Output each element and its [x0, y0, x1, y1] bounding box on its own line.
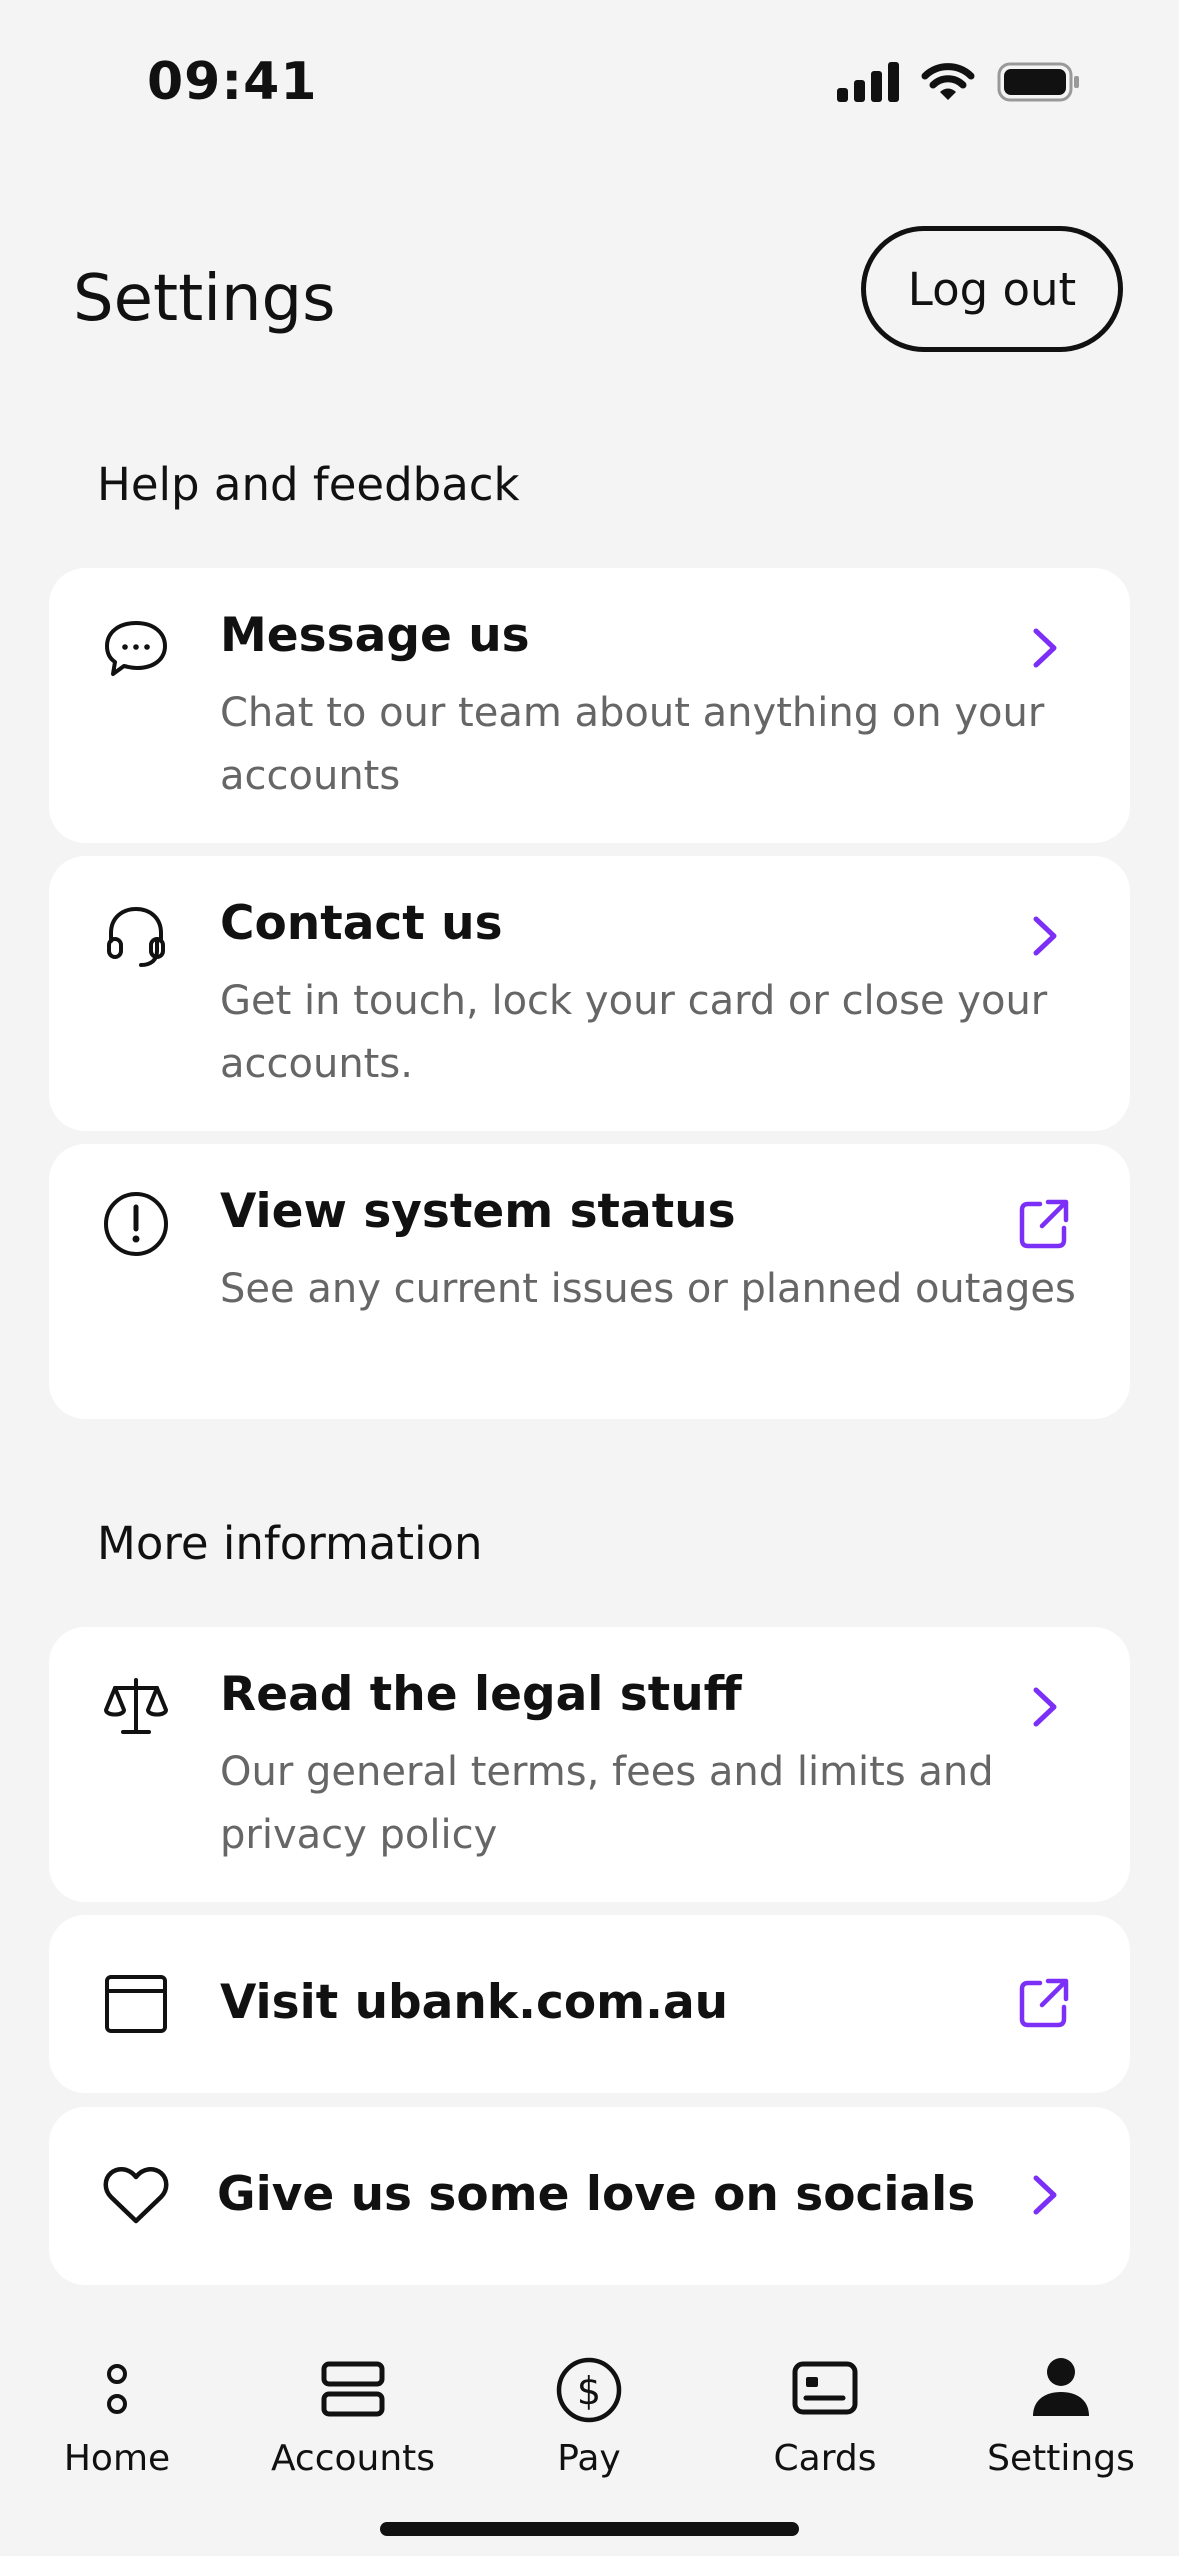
item-description: Our general terms, fees and limits and p… [220, 1749, 994, 1858]
wifi-icon [921, 63, 975, 100]
tab-pay[interactable]: $ Pay [479, 2310, 699, 2510]
home-dots-icon [107, 2364, 127, 2414]
logout-button[interactable]: Log out [861, 226, 1123, 352]
socials-item[interactable]: Give us some love on socials [49, 2107, 1130, 2285]
tab-label: Settings [987, 2438, 1135, 2479]
tab-label: Cards [773, 2438, 877, 2479]
bottom-tab-bar: Home Accounts $ Pay Cards Settings [0, 2310, 1179, 2556]
person-icon [1033, 2358, 1089, 2416]
status-bar: 09:41 [0, 0, 1179, 150]
tab-label: Pay [557, 2438, 621, 2479]
external-link-icon [1019, 1199, 1069, 1249]
tab-label: Home [63, 2438, 171, 2479]
contact-us-item[interactable]: Contact us Get in touch, lock your card … [49, 856, 1130, 1131]
chevron-right-icon [1033, 916, 1057, 956]
card-icon [792, 2361, 858, 2415]
accounts-stack-icon [321, 2361, 385, 2417]
visit-website-item[interactable]: Visit ubank.com.au [49, 1915, 1130, 2093]
tab-label: Accounts [270, 2438, 436, 2479]
system-status-item[interactable]: View system status See any current issue… [49, 1144, 1130, 1419]
tab-accounts[interactable]: Accounts [243, 2310, 463, 2510]
item-title: View system status [220, 1184, 736, 1239]
alert-circle-icon [104, 1192, 168, 1256]
svg-text:$: $ [577, 2369, 601, 2413]
headset-icon [107, 906, 165, 967]
external-link-icon [1019, 1978, 1069, 2028]
item-description: See any current issues or planned outage… [220, 1266, 1076, 1312]
item-description: Get in touch, lock your card or close yo… [220, 978, 1048, 1087]
home-indicator [380, 2522, 799, 2536]
battery-icon [997, 62, 1079, 102]
tab-home[interactable]: Home [7, 2310, 227, 2510]
legal-stuff-item[interactable]: Read the legal stuff Our general terms, … [49, 1627, 1130, 1902]
section-heading-help: Help and feedback [97, 458, 520, 511]
chat-bubble-icon [105, 621, 167, 676]
status-icons [837, 62, 1081, 102]
section-heading-more-info: More information [97, 1517, 483, 1570]
browser-window-icon [105, 1975, 167, 2033]
tab-cards[interactable]: Cards [715, 2310, 935, 2510]
chevron-right-icon [1033, 628, 1057, 668]
heart-icon [103, 2167, 169, 2224]
item-title: Visit ubank.com.au [220, 1975, 729, 2030]
item-title: Give us some love on socials [217, 2167, 976, 2222]
chevron-right-icon [1033, 2175, 1057, 2215]
page-title: Settings [73, 262, 336, 336]
signal-icon [837, 62, 899, 102]
item-title: Contact us [220, 896, 503, 951]
status-time: 09:41 [147, 52, 318, 112]
item-description: Chat to our team about anything on your … [220, 690, 1045, 799]
dollar-circle-icon: $ [556, 2357, 622, 2423]
scales-icon [104, 1678, 168, 1734]
item-title: Message us [220, 608, 530, 663]
message-us-item[interactable]: Message us Chat to our team about anythi… [49, 568, 1130, 843]
chevron-right-icon [1033, 1687, 1057, 1727]
tab-settings[interactable]: Settings [951, 2310, 1171, 2510]
item-title: Read the legal stuff [220, 1667, 742, 1722]
